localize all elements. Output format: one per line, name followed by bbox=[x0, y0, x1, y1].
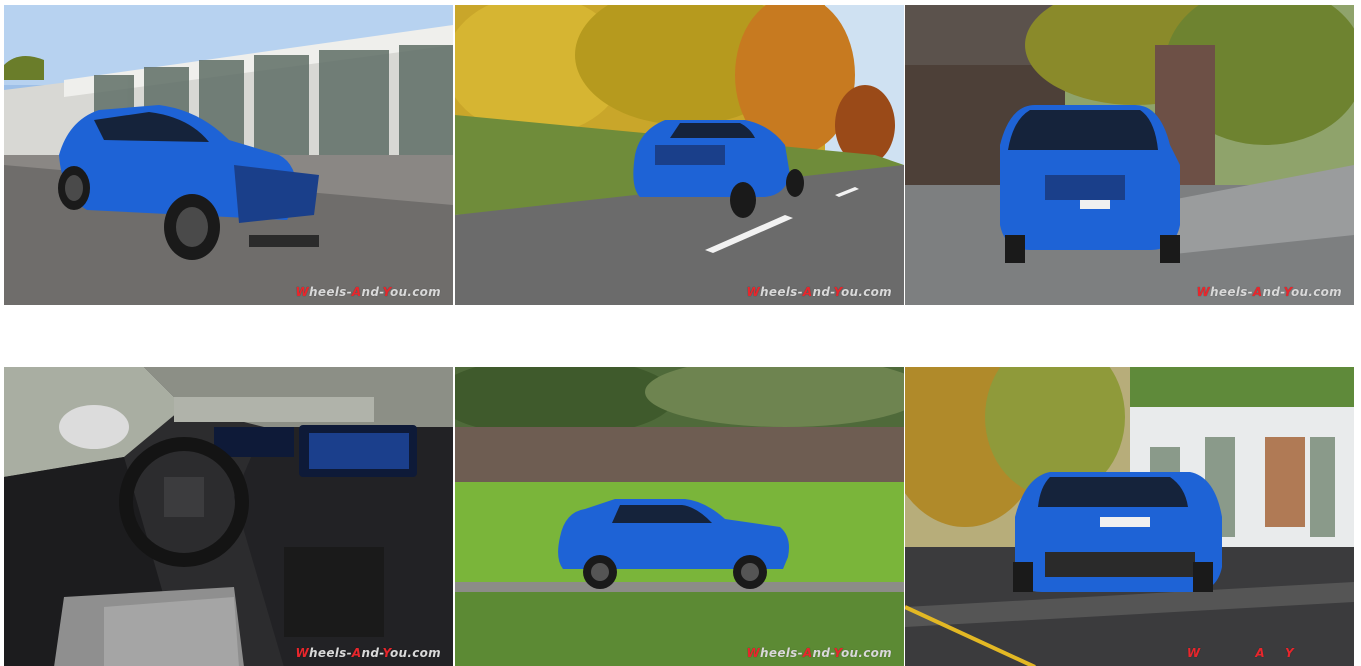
gallery-photo-6[interactable]: WAY bbox=[905, 367, 1354, 666]
photo-car-side-field bbox=[455, 367, 904, 666]
photo-car-front-street bbox=[905, 5, 1354, 305]
photo-car-rear-house bbox=[905, 367, 1354, 666]
gallery-photo-5[interactable]: Wheels-And-You.com bbox=[455, 367, 904, 666]
watermark: Wheels-And-You.com bbox=[746, 646, 892, 660]
gallery-photo-4[interactable]: Wheels-And-You.com bbox=[4, 367, 453, 666]
photo-car-front-building bbox=[4, 5, 453, 305]
watermark: Wheels-And-You.com bbox=[295, 285, 441, 299]
photo-car-interior bbox=[4, 367, 453, 666]
gallery-photo-1[interactable]: Wheels-And-You.com bbox=[4, 5, 453, 305]
gallery-photo-2[interactable]: Wheels-And-You.com bbox=[455, 5, 904, 305]
photo-car-road-autumn bbox=[455, 5, 904, 305]
watermark: Wheels-And-You.com bbox=[1196, 285, 1342, 299]
watermark: Wheels-And-You.com bbox=[295, 646, 441, 660]
watermark: Wheels-And-You.com bbox=[746, 285, 892, 299]
watermark: WAY bbox=[1186, 646, 1294, 660]
gallery-photo-3[interactable]: Wheels-And-You.com bbox=[905, 5, 1354, 305]
